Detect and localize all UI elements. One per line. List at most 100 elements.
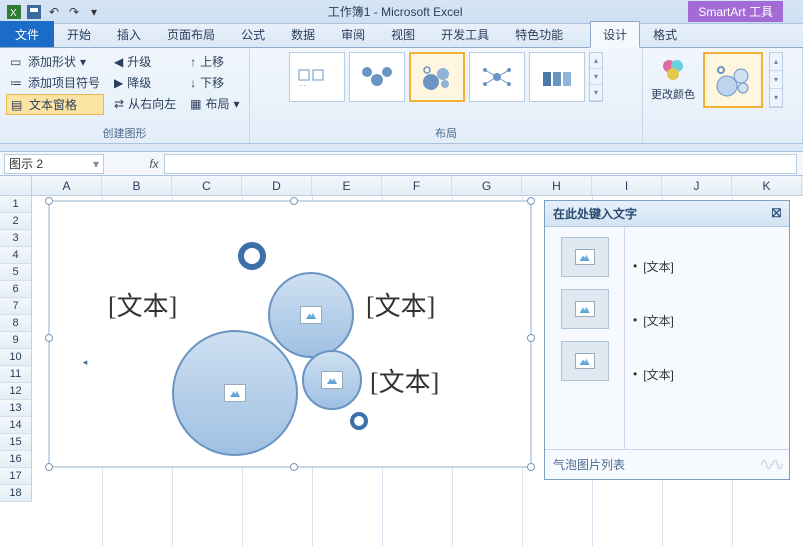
row-8[interactable]: 8: [0, 315, 32, 332]
row-16[interactable]: 16: [0, 451, 32, 468]
picture-placeholder-icon[interactable]: [321, 371, 343, 389]
textpane-title: 在此处键入文字: [553, 205, 637, 222]
tab-insert[interactable]: 插入: [104, 21, 154, 47]
tab-data[interactable]: 数据: [278, 21, 328, 47]
col-I[interactable]: I: [592, 176, 662, 195]
col-D[interactable]: D: [242, 176, 312, 195]
fx-label[interactable]: fx: [144, 157, 164, 171]
tab-special[interactable]: 特色功能: [502, 21, 576, 47]
add-bullet-button[interactable]: ≔添加项目符号: [6, 73, 104, 92]
row-5[interactable]: 5: [0, 264, 32, 281]
add-shape-button[interactable]: ▭添加形状 ▾: [6, 52, 104, 71]
text-pane-button[interactable]: ▤文本窗格: [6, 94, 104, 115]
layout-option-3-selected[interactable]: [409, 52, 465, 102]
col-C[interactable]: C: [172, 176, 242, 195]
select-all-corner[interactable]: [0, 176, 32, 195]
row-18[interactable]: 18: [0, 485, 32, 502]
col-A[interactable]: A: [32, 176, 102, 195]
tab-page-layout[interactable]: 页面布局: [154, 21, 228, 47]
col-G[interactable]: G: [452, 176, 522, 195]
textpane-footer: 气泡图片列表 ∿∿: [545, 449, 789, 479]
thumb-3[interactable]: [561, 341, 609, 381]
tab-file[interactable]: 文件: [0, 21, 54, 47]
textpane-toggle-handle[interactable]: ◂: [80, 352, 90, 372]
col-H[interactable]: H: [522, 176, 592, 195]
row-6[interactable]: 6: [0, 281, 32, 298]
tab-format[interactable]: 格式: [640, 21, 690, 47]
add-shape-label: 添加形状: [28, 53, 76, 70]
tab-developer[interactable]: 开发工具: [428, 21, 502, 47]
smartart-text-3[interactable]: [文本]: [370, 362, 439, 399]
bubble-1[interactable]: [172, 330, 298, 456]
smartart-object[interactable]: ◂ [文本] [文本] [文本]: [48, 200, 532, 468]
row-2[interactable]: 2: [0, 213, 32, 230]
layout-button[interactable]: ▦ 布局 ▾: [186, 94, 243, 113]
tab-formulas[interactable]: 公式: [228, 21, 278, 47]
row-17[interactable]: 17: [0, 468, 32, 485]
layout-option-5[interactable]: [529, 52, 585, 102]
picture-placeholder-icon[interactable]: [224, 384, 246, 402]
smartart-text-1[interactable]: [文本]: [108, 286, 177, 323]
close-icon[interactable]: ⛝: [772, 206, 781, 221]
thumb-2[interactable]: [561, 289, 609, 329]
tab-home[interactable]: 开始: [54, 21, 104, 47]
layout-option-4[interactable]: [469, 52, 525, 102]
add-shape-icon: ▭: [10, 55, 24, 69]
quick-access-toolbar: X ↶ ↷ ▾: [0, 4, 102, 20]
redo-icon[interactable]: ↷: [66, 4, 82, 20]
row-12[interactable]: 12: [0, 383, 32, 400]
move-up-button[interactable]: ↑ 上移: [186, 52, 243, 71]
row-13[interactable]: 13: [0, 400, 32, 417]
change-colors-label: 更改颜色: [651, 86, 695, 102]
col-E[interactable]: E: [312, 176, 382, 195]
row-1[interactable]: 1: [0, 196, 32, 213]
row-4[interactable]: 4: [0, 247, 32, 264]
row-9[interactable]: 9: [0, 332, 32, 349]
row-10[interactable]: 10: [0, 349, 32, 366]
col-F[interactable]: F: [382, 176, 452, 195]
move-down-button[interactable]: ↓ 下移: [186, 73, 243, 92]
promote-button[interactable]: ◀ 升级: [110, 52, 180, 71]
row-15[interactable]: 15: [0, 434, 32, 451]
save-icon[interactable]: [26, 4, 42, 20]
bubble-3[interactable]: [302, 350, 362, 410]
group-create-graphic: ▭添加形状 ▾ ≔添加项目符号 ▤文本窗格 ◀ 升级 ▶ 降级 ⇄ 从右向左 ↑…: [0, 48, 250, 143]
picture-placeholder-icon: [575, 301, 595, 317]
demote-button[interactable]: ▶ 降级: [110, 73, 180, 92]
style-option-1-selected[interactable]: [703, 52, 763, 108]
name-box[interactable]: 图示 2▾: [4, 154, 104, 174]
textpane-item-3[interactable]: [文本]: [633, 347, 781, 401]
col-B[interactable]: B: [102, 176, 172, 195]
layout-option-2[interactable]: [349, 52, 405, 102]
textpane-title-bar: 在此处键入文字 ⛝: [545, 201, 789, 227]
bubble-2[interactable]: [268, 272, 354, 358]
rtl-button[interactable]: ⇄ 从右向左: [110, 94, 180, 113]
smartart-text-2[interactable]: [文本]: [366, 286, 435, 323]
textpane-icon: ▤: [11, 98, 25, 112]
decorative-wave-icon: ∿∿: [759, 454, 781, 475]
textpane-item-2[interactable]: [文本]: [633, 293, 781, 347]
change-colors-button[interactable]: 更改颜色: [649, 52, 697, 102]
qat-customize-icon[interactable]: ▾: [86, 4, 102, 20]
textpane-item-1[interactable]: [文本]: [633, 239, 781, 293]
tab-view[interactable]: 视图: [378, 21, 428, 47]
smartart-text-pane[interactable]: 在此处键入文字 ⛝ [文本] [文本] [文本] 气泡图片列表 ∿∿: [544, 200, 790, 480]
row-7[interactable]: 7: [0, 298, 32, 315]
move-up-label: 上移: [200, 53, 224, 70]
row-3[interactable]: 3: [0, 230, 32, 247]
tab-design[interactable]: 设计: [590, 21, 640, 48]
undo-icon[interactable]: ↶: [46, 4, 62, 20]
col-J[interactable]: J: [662, 176, 732, 195]
textpane-thumbnails: [545, 227, 625, 449]
col-K[interactable]: K: [732, 176, 802, 195]
picture-placeholder-icon[interactable]: [300, 306, 322, 324]
layouts-gallery-scroll[interactable]: ▴▾▾: [589, 52, 603, 102]
styles-gallery-scroll[interactable]: ▴▾▾: [769, 52, 783, 108]
change-colors-icon: [659, 56, 687, 84]
formula-input[interactable]: [164, 154, 797, 174]
row-14[interactable]: 14: [0, 417, 32, 434]
thumb-1[interactable]: [561, 237, 609, 277]
layout-option-1[interactable]: - -: [289, 52, 345, 102]
row-11[interactable]: 11: [0, 366, 32, 383]
tab-review[interactable]: 审阅: [328, 21, 378, 47]
